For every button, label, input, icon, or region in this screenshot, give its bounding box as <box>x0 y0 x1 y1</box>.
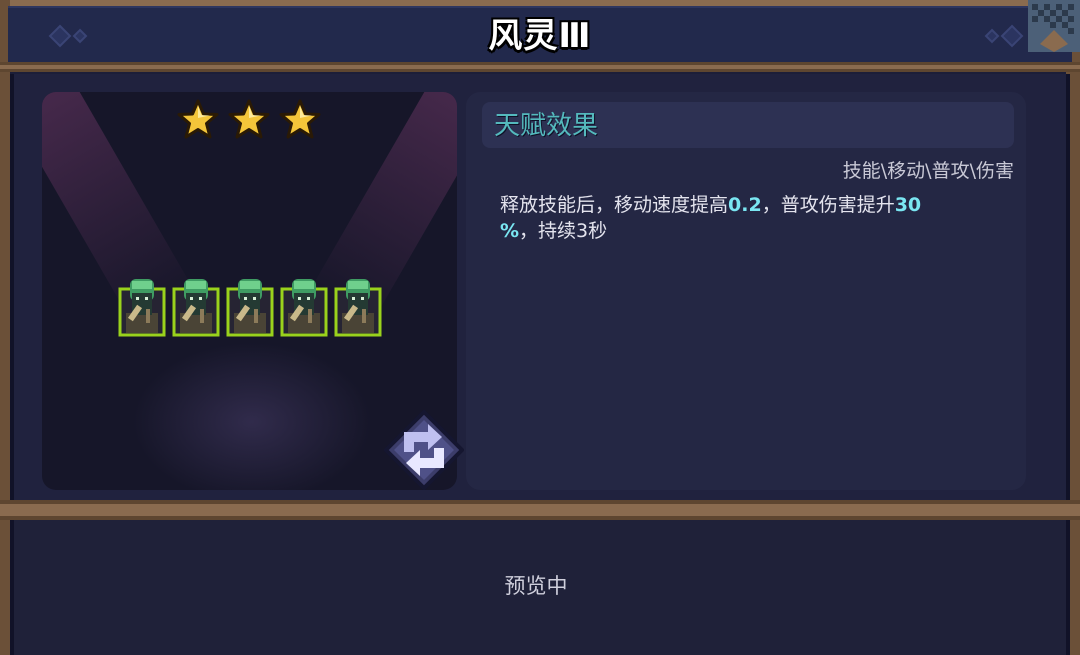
section-divider <box>0 500 1080 520</box>
desc-percent: % <box>500 220 520 242</box>
star-icon <box>228 99 270 139</box>
page-title: 风灵Ⅲ <box>488 16 592 56</box>
preview-status: 预览中 <box>504 574 568 598</box>
unit-icon <box>226 279 274 337</box>
corner-ornament-icon <box>1028 0 1080 52</box>
title-ornament-right-icon <box>984 24 1024 48</box>
star-rating <box>176 98 326 142</box>
refresh-icon[interactable] <box>384 410 464 490</box>
unit-row <box>118 275 388 339</box>
unit-icon <box>118 279 166 337</box>
talent-tags: 技能\移动\普攻\伤害 <box>842 160 1014 182</box>
talent-description: 释放技能后，移动速度提高0.2，普攻伤害提升30 %，持续3秒 <box>500 192 1010 244</box>
desc-value-speed: 0.2 <box>728 194 762 216</box>
stage-glow <box>132 342 372 490</box>
frame-border-left <box>0 0 10 655</box>
unit-icon <box>280 279 328 337</box>
desc-text-2: ，普攻伤害提升 <box>761 194 895 216</box>
talent-panel <box>466 92 1026 490</box>
desc-text-3: ，持续3秒 <box>519 220 608 242</box>
title-bar: 风灵Ⅲ <box>8 6 1072 68</box>
star-icon <box>177 99 219 139</box>
unit-icon <box>172 279 220 337</box>
desc-text-1: 释放技能后，移动速度提高 <box>500 194 729 216</box>
star-icon <box>279 99 321 139</box>
unit-icon <box>334 279 382 337</box>
title-bar-trim <box>0 62 1080 72</box>
talent-title: 天赋效果 <box>494 111 599 141</box>
talent-preview-window: 风灵Ⅲ 天赋效果 技能\移动\普攻\伤害 释放技能后，移动速度提高0.2，普攻伤… <box>0 0 1080 655</box>
desc-value-damage: 30 <box>894 194 922 216</box>
